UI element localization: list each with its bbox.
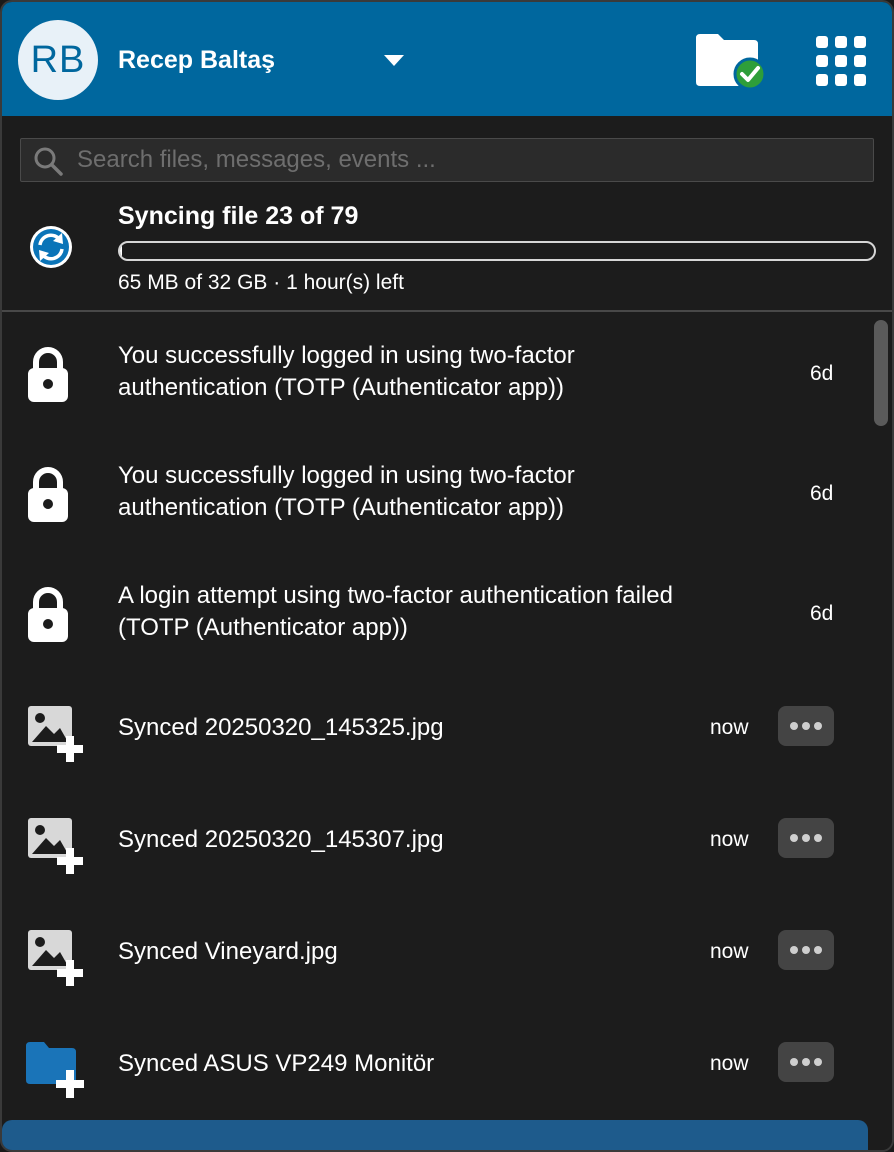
account-header: RB Recep Baltaş: [2, 2, 892, 116]
folder-add-icon: [26, 1042, 84, 1098]
activity-item[interactable]: Synced Vineyard.jpg now: [2, 896, 868, 1008]
activity-time: now: [710, 1052, 749, 1075]
scrollbar-thumb[interactable]: [874, 320, 888, 426]
activity-item[interactable]: Synced 20250320_145325.jpg now: [2, 672, 868, 784]
activity-item[interactable]: You successfully logged in using two-fac…: [2, 312, 868, 432]
sync-icon: [30, 226, 72, 268]
activity-item[interactable]: A login attempt using two-factor authent…: [2, 552, 868, 672]
activity-text: A login attempt using two-factor authent…: [118, 582, 673, 641]
activity-item[interactable]: Synced 20250320_145307.jpg now: [2, 784, 868, 896]
apps-grid-icon[interactable]: [814, 34, 868, 88]
activity-time: now: [710, 716, 749, 739]
activity-time: now: [710, 940, 749, 963]
lock-icon: [28, 467, 68, 522]
folder-sync-ok-icon[interactable]: [692, 28, 766, 92]
activity-item[interactable]: Synced ASUS VP249 Monitör now: [2, 1008, 868, 1120]
scrollbar[interactable]: [868, 312, 892, 1150]
chevron-down-icon[interactable]: [382, 52, 406, 68]
activity-item[interactable]: You successfully logged in using two-fac…: [2, 432, 868, 552]
bottom-action-bar[interactable]: [2, 1120, 868, 1150]
lock-icon: [28, 347, 68, 402]
sync-progress-bar: [118, 241, 876, 261]
activity-text: Synced 20250320_145307.jpg: [118, 826, 444, 853]
image-add-icon: [28, 930, 83, 986]
more-options-button[interactable]: [778, 818, 834, 858]
image-add-icon: [28, 706, 83, 762]
sync-progress-fill: [120, 243, 122, 259]
account-name[interactable]: Recep Baltaş: [118, 46, 275, 75]
search-bar: [20, 138, 874, 182]
sync-status-details: 65 MB of 32 GB · 1 hour(s) left: [118, 271, 404, 294]
activity-time: 6d: [810, 482, 834, 505]
activity-text: You successfully logged in using two-fac…: [118, 462, 575, 521]
more-options-button[interactable]: [778, 706, 834, 746]
activity-time: 6d: [810, 602, 834, 625]
search-icon: [34, 147, 63, 176]
activity-text: Synced ASUS VP249 Monitör: [118, 1050, 435, 1077]
more-options-button[interactable]: [778, 1042, 834, 1082]
activity-time: now: [710, 828, 749, 851]
activity-text: Synced Vineyard.jpg: [118, 938, 338, 965]
sync-status-title: Syncing file 23 of 79: [118, 202, 359, 230]
avatar[interactable]: RB: [18, 20, 98, 100]
image-add-icon: [28, 818, 83, 874]
activity-text: Synced 20250320_145325.jpg: [118, 714, 444, 741]
activity-text: You successfully logged in using two-fac…: [118, 342, 575, 401]
activity-list[interactable]: You successfully logged in using two-fac…: [2, 312, 868, 1150]
search-input[interactable]: [77, 139, 857, 181]
activity-time: 6d: [810, 362, 834, 385]
lock-icon: [28, 587, 68, 642]
activity-window: RB Recep Baltaş Search files, messages, …: [0, 0, 894, 1152]
more-options-button[interactable]: [778, 930, 834, 970]
